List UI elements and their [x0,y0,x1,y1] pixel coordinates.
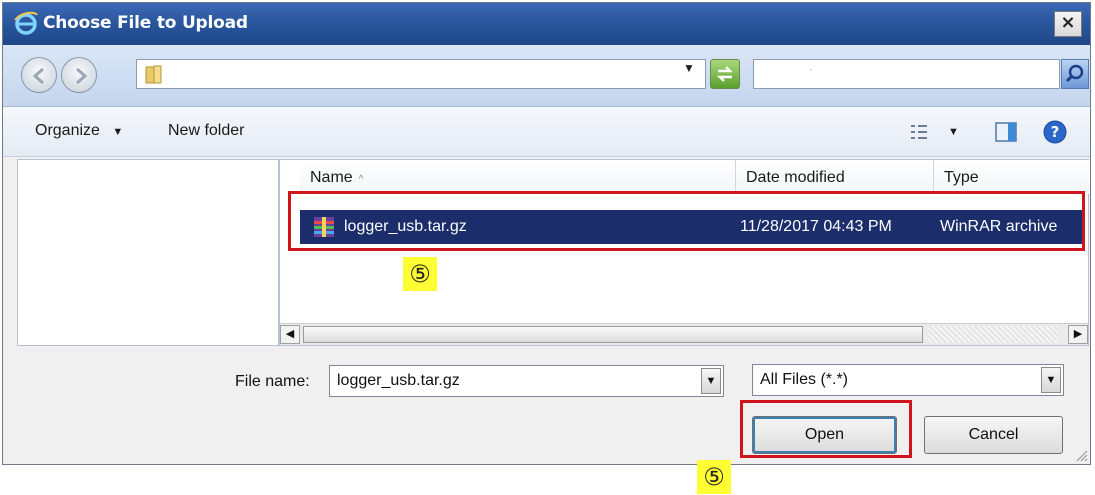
file-name-value: logger_usb.tar.gz [337,372,460,389]
file-name-label: File name: [235,373,310,390]
file-type-filter-select[interactable]: All Files (*.*) ▼ [752,364,1064,396]
column-name-label: Name [310,169,353,186]
file-list-pane[interactable]: Name ^ Date modified Type logger_usb.tar.… [279,159,1090,346]
chevron-down-icon: ▼ [112,126,124,138]
svg-text:?: ? [1051,123,1060,141]
highlight-box-file-row [288,191,1085,251]
column-header-name[interactable]: Name ^ [300,160,736,194]
resize-grip-icon[interactable] [1074,448,1088,462]
search-button[interactable] [1061,59,1089,89]
scroll-track[interactable] [928,326,1058,343]
navigation-pane[interactable] [17,159,279,346]
command-toolbar: Organize ▼ New folder ▼ ? [3,107,1090,157]
new-folder-button[interactable]: New folder [168,122,244,140]
forward-button[interactable] [61,57,97,93]
search-placeholder: · [809,64,813,76]
cancel-button[interactable]: Cancel [924,416,1063,454]
organize-menu[interactable]: Organize ▼ [35,122,123,140]
search-input[interactable]: · [753,59,1060,89]
path-history-dropdown[interactable]: ▼ [676,57,702,79]
step-marker-badge: ⑤ [697,460,731,494]
folder-icon [145,65,162,84]
preview-pane-icon[interactable] [995,121,1017,143]
view-options-icon[interactable] [909,123,929,141]
address-path-field[interactable] [136,59,706,89]
refresh-icon [716,66,734,82]
chevron-down-icon[interactable]: ▼ [948,126,959,138]
column-header-date-modified[interactable]: Date modified [736,160,934,194]
back-button[interactable] [21,57,57,93]
forward-arrow-icon [76,67,88,85]
close-button[interactable]: × [1054,11,1082,37]
filter-value: All Files (*.*) [760,371,849,388]
search-icon [1065,64,1084,83]
filter-dropdown-button[interactable]: ▼ [1041,367,1061,393]
chevron-down-icon: ▼ [683,61,695,75]
highlight-box-open-button [740,400,912,458]
column-header-type[interactable]: Type [934,160,1090,194]
scroll-right-button[interactable]: ▶ [1068,325,1088,344]
horizontal-scrollbar[interactable]: ◀ ▶ [280,323,1088,345]
ie-icon [14,11,38,35]
organize-label: Organize [35,122,100,139]
sort-ascending-indicator: ^ [358,174,364,185]
window-title: Choose File to Upload [43,13,248,33]
step-marker-badge: ⑤ [403,257,437,291]
scroll-thumb[interactable] [303,326,923,343]
scroll-left-button[interactable]: ◀ [280,325,300,344]
help-icon[interactable]: ? [1043,120,1067,144]
refresh-button[interactable] [710,59,740,89]
chevron-down-icon: ▼ [1045,374,1057,386]
file-name-input[interactable]: logger_usb.tar.gz ▼ [329,365,724,397]
back-arrow-icon [32,67,44,85]
address-bar: ▼ · [3,45,1090,107]
file-name-dropdown-button[interactable]: ▼ [701,368,721,394]
chevron-down-icon: ▼ [705,375,717,387]
title-bar: Choose File to Upload × [3,3,1090,45]
